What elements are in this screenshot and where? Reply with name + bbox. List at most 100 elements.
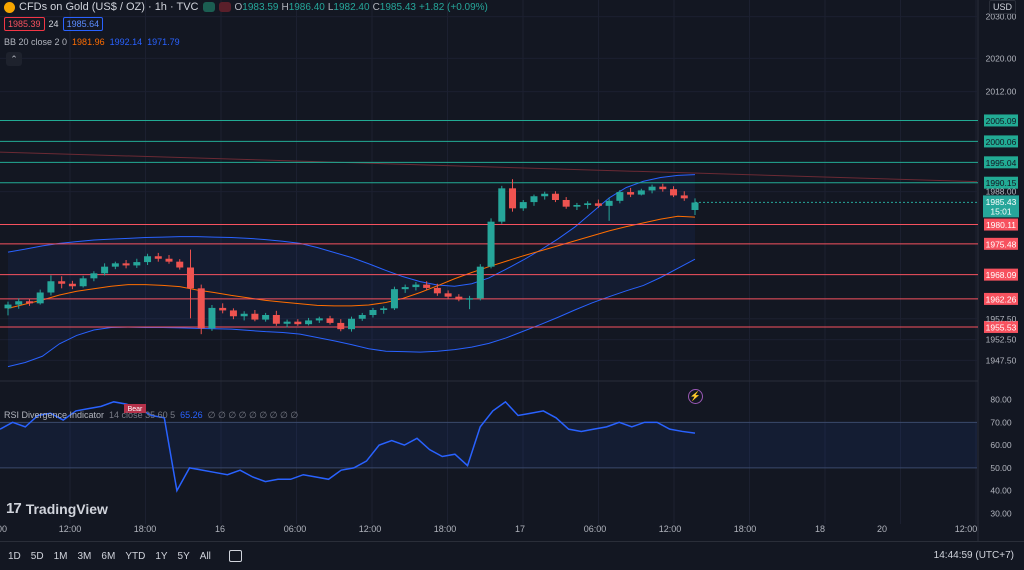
candle-body [348,318,355,330]
tf-1d[interactable]: 1D [4,549,25,564]
rsi-legend-params: 14 close 35 60 5 [109,410,176,420]
price-tick-label: 2012.00 [986,87,1017,97]
candle-body [208,307,216,329]
market-open-icon [202,2,215,12]
level-label-2000.06: 2000.06 [986,137,1017,147]
price-tick-label: 1988.00 [986,187,1017,197]
chart-header: CFDs on Gold (US$ / OZ) · 1h · TVC O1983… [4,0,488,14]
candle-body [251,313,259,320]
timeframe-buttons: 1D 5D 1M 3M 6M YTD 1Y 5Y All [4,549,215,564]
time-tick-label: 17 [515,524,525,534]
candle-body [466,298,474,300]
candle-body [670,189,678,196]
candle-body [176,261,184,268]
time-tick-label: 18:00 [734,524,757,534]
price-tick-label: 1952.50 [986,335,1017,345]
candle-body [498,188,506,222]
price-tick-label: 2020.00 [986,53,1017,63]
level-label-1968.09: 1968.09 [986,270,1017,280]
tf-6m[interactable]: 6M [97,549,119,564]
ohlc-readout: O1983.59 H1986.40 L1982.40 C1985.43 +1.8… [235,2,488,13]
gold-coin-icon [4,1,15,13]
buy-button[interactable]: 1985.64 [62,17,104,31]
rsi-legend[interactable]: RSI Divergence Indicator 14 close 35 60 … [4,410,298,421]
candle-body [444,293,452,297]
candle-body [337,322,345,330]
candle-body [262,315,270,320]
alert-icon [218,2,231,12]
candle-body [58,281,66,284]
tf-ytd[interactable]: YTD [121,549,149,564]
time-tick-label: 20 [877,524,887,534]
candle-body [519,202,527,209]
candle-body [229,310,237,317]
time-tick-label: 00 [0,524,7,534]
candle-body [186,267,194,289]
last-price-label: 1985.43 [986,197,1017,207]
candle-body [197,288,205,329]
candle-body [680,195,688,199]
tf-5y[interactable]: 5Y [174,549,194,564]
candle-body [509,188,517,209]
level-label-1995.04: 1995.04 [986,158,1017,168]
bar-countdown-label: 15:01 [990,206,1012,216]
calendar-icon[interactable] [228,550,242,562]
tf-all[interactable]: All [196,549,215,564]
candle-body [594,203,602,206]
tf-3m[interactable]: 3M [74,549,96,564]
candle-body [165,258,173,262]
time-tick-label: 18:00 [434,524,457,534]
candle-body [541,193,549,197]
candle-body [616,192,624,201]
candle-body [390,289,398,309]
candle-body [627,192,635,195]
candle-body [90,273,98,279]
symbol-title[interactable]: CFDs on Gold (US$ / OZ) · 1h · TVC [19,1,199,13]
chart-canvas[interactable]: 2005.092000.061995.041990.151980.111975.… [0,0,1024,570]
currency-selector[interactable]: USD [988,0,1016,14]
sell-button[interactable]: 1985.39 [4,17,45,31]
bb-legend-basis: 1981.96 [72,37,105,47]
candle-body [15,301,23,305]
ohlc-open: O1983.59 [234,1,279,13]
time-tick-label: 12:00 [359,524,382,534]
rsi-tick-label: 40.00 [990,486,1012,496]
candle-body [283,321,291,324]
candle-body [562,200,570,207]
candle-body [648,186,656,191]
rsi-tick-label: 70.00 [990,417,1012,427]
level-label-1955.53: 1955.53 [986,322,1017,332]
candle-body [101,266,109,274]
bb-legend-name: BB 20 close 2 0 [4,37,68,47]
level-label-1962.26: 1962.26 [986,294,1017,304]
candle-body [423,284,431,288]
time-tick-label: 06:00 [584,524,607,534]
flash-icon[interactable]: ⚡ [688,389,703,404]
tf-5d[interactable]: 5D [27,549,48,564]
candle-body [412,284,420,288]
candle-body [111,263,119,267]
candle-body [584,203,592,205]
candle-body [47,281,55,293]
level-label-2005.09: 2005.09 [986,116,1017,126]
time-tick-label: 18 [815,524,825,534]
candle-body [4,304,12,309]
candle-body [530,196,538,203]
candle-body [294,321,302,325]
rsi-tick-label: 30.00 [990,508,1012,518]
ohlc-low: L1982.40 [327,1,370,13]
bb-legend[interactable]: BB 20 close 2 0 1981.96 1992.14 1971.79 [4,37,180,47]
candle-body [326,318,334,323]
bottom-toolbar: 1D 5D 1M 3M 6M YTD 1Y 5Y All 14:44:59 (U… [0,541,1024,570]
tf-1m[interactable]: 1M [50,549,72,564]
tf-1y[interactable]: 1Y [151,549,171,564]
clock-readout[interactable]: 14:44:59 (UTC+7) [934,550,1014,561]
price-tick-label: 1947.50 [986,355,1017,365]
rsi-legend-tail: ∅ ∅ ∅ ∅ ∅ ∅ ∅ ∅ ∅ [207,410,299,420]
candle-body [36,292,44,304]
rsi-legend-value: 65.26 [180,410,203,420]
collapse-legend-button[interactable]: ⌃ [6,52,22,66]
time-tick-label: 18:00 [134,524,157,534]
rsi-legend-name: RSI Divergence Indicator [4,410,105,420]
candle-body [144,256,152,263]
